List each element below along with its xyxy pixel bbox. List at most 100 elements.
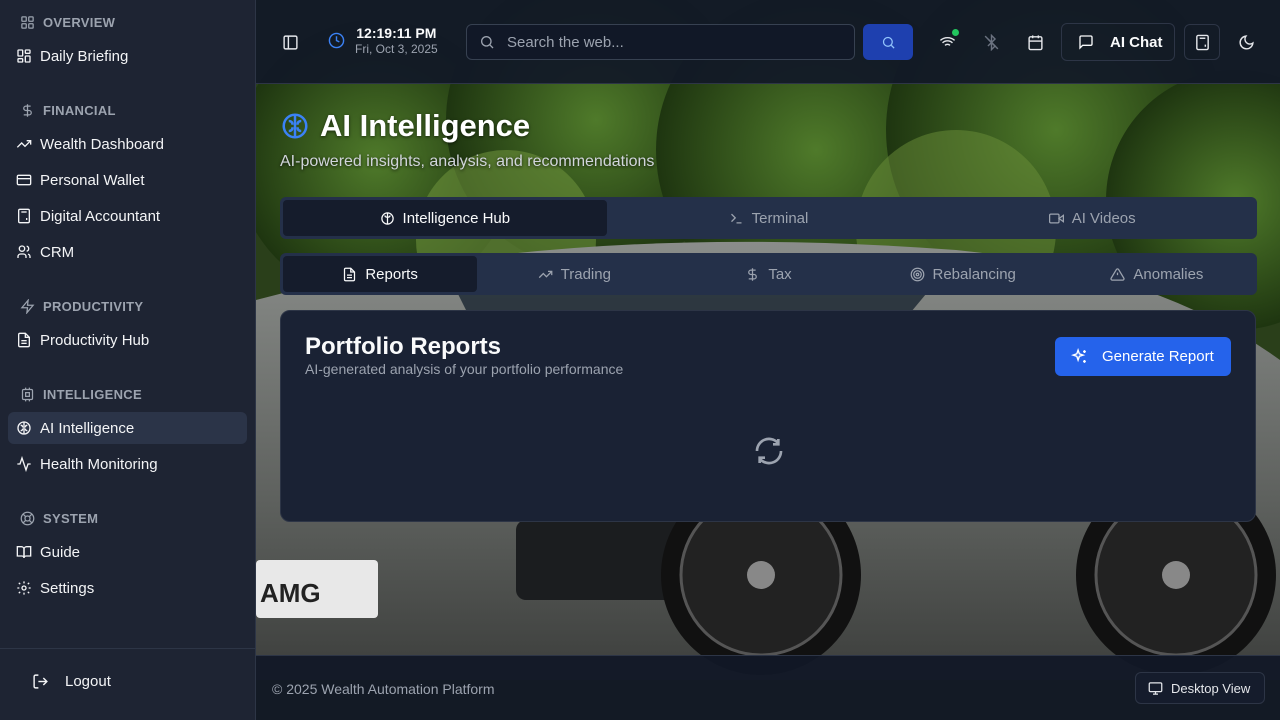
warning-icon bbox=[1110, 267, 1126, 281]
credit-card-icon bbox=[16, 174, 32, 186]
users-icon bbox=[17, 245, 31, 258]
sidebar-item-wealth-dashboard[interactable]: Wealth Dashboard bbox=[8, 128, 247, 160]
tab-label: Anomalies bbox=[1133, 265, 1204, 283]
generate-report-label: Generate Report bbox=[1102, 348, 1214, 365]
online-status-dot bbox=[952, 29, 959, 36]
loading-spinner-icon bbox=[755, 437, 783, 465]
tab-label: Intelligence Hub bbox=[402, 209, 511, 227]
monitor-icon bbox=[1148, 681, 1163, 695]
top-bar: 12:19:11 PM Fri, Oct 3, 2025 AI Chat bbox=[256, 0, 1280, 84]
toggle-sidebar-button[interactable] bbox=[272, 24, 308, 60]
sidebar-item-productivity-hub[interactable]: Productivity Hub bbox=[8, 324, 247, 356]
brain-icon bbox=[282, 113, 308, 139]
document-icon bbox=[344, 267, 356, 281]
section-productivity: PRODUCTIVITY bbox=[20, 299, 143, 314]
calculator-icon bbox=[1195, 34, 1209, 50]
sidebar-item-crm[interactable]: CRM bbox=[8, 236, 247, 268]
clock-date: Fri, Oct 3, 2025 bbox=[355, 42, 438, 56]
page-subtitle: AI-powered insights, analysis, and recom… bbox=[280, 153, 655, 170]
sidebar-item-label: AI Intelligence bbox=[40, 419, 135, 437]
tab-ai-videos[interactable]: AI Videos bbox=[930, 200, 1254, 236]
desktop-view-button[interactable]: Desktop View bbox=[1135, 672, 1265, 704]
search-submit-button[interactable] bbox=[863, 24, 913, 60]
logout-button[interactable]: Logout bbox=[32, 673, 111, 690]
tab-label: Trading bbox=[560, 265, 611, 283]
calendar-icon bbox=[1027, 34, 1043, 50]
sidebar-item-label: Digital Accountant bbox=[40, 207, 161, 225]
tab-label: Tax bbox=[768, 265, 792, 283]
dollar-icon bbox=[23, 104, 32, 117]
sidebar-item-label: Settings bbox=[40, 579, 95, 597]
tab-label: AI Videos bbox=[1071, 209, 1136, 227]
logout-label: Logout bbox=[65, 673, 111, 690]
lightning-icon bbox=[20, 299, 35, 314]
sidebar-item-ai-intelligence[interactable]: AI Intelligence bbox=[8, 412, 247, 444]
sidebar-item-digital-accountant[interactable]: Digital Accountant bbox=[8, 200, 247, 232]
bluetooth-off-icon bbox=[984, 33, 998, 51]
clock-icon bbox=[328, 32, 345, 49]
clock-widget: 12:19:11 PM Fri, Oct 3, 2025 bbox=[328, 25, 438, 56]
sidebar-item-daily-briefing[interactable]: Daily Briefing bbox=[8, 40, 247, 72]
tab-anomalies[interactable]: Anomalies bbox=[1060, 256, 1254, 292]
main-tabs: Intelligence Hub Terminal AI Videos bbox=[280, 197, 1257, 239]
section-intelligence: INTELLIGENCE bbox=[20, 387, 142, 402]
tab-label: Terminal bbox=[751, 209, 809, 227]
sidebar-item-settings[interactable]: Settings bbox=[8, 572, 247, 604]
tab-intelligence-hub[interactable]: Intelligence Hub bbox=[283, 200, 607, 236]
search-input[interactable] bbox=[507, 33, 827, 51]
section-label: INTELLIGENCE bbox=[43, 387, 142, 402]
clock-time: 12:19:11 PM bbox=[356, 25, 437, 41]
search-icon bbox=[882, 36, 895, 49]
tab-tax[interactable]: Tax bbox=[671, 256, 865, 292]
dollar-icon bbox=[748, 267, 758, 281]
tab-terminal[interactable]: Terminal bbox=[607, 200, 931, 236]
search-icon bbox=[481, 36, 494, 49]
card-title: Portfolio Reports bbox=[305, 333, 501, 360]
brain-icon bbox=[380, 211, 394, 225]
document-icon bbox=[18, 332, 30, 348]
theme-toggle-button[interactable] bbox=[1228, 24, 1264, 60]
sidebar-item-label: CRM bbox=[40, 243, 75, 261]
generate-report-button[interactable]: Generate Report bbox=[1055, 337, 1231, 376]
grid-icon bbox=[21, 16, 34, 29]
calendar-button[interactable] bbox=[1017, 24, 1053, 60]
trending-up-icon bbox=[538, 270, 553, 278]
sidebar-item-health-monitoring[interactable]: Health Monitoring bbox=[8, 448, 247, 480]
moon-icon bbox=[1239, 34, 1254, 49]
sidebar-item-label: Personal Wallet bbox=[40, 171, 145, 189]
tab-label: Rebalancing bbox=[932, 265, 1016, 283]
copyright-text: © 2025 Wealth Automation Platform bbox=[272, 681, 495, 697]
desktop-view-label: Desktop View bbox=[1171, 680, 1251, 696]
book-open-icon bbox=[16, 546, 32, 559]
tab-label: Reports bbox=[365, 265, 418, 283]
tab-rebalancing[interactable]: Rebalancing bbox=[866, 256, 1060, 292]
section-overview: OVERVIEW bbox=[20, 15, 115, 30]
sidebar-item-personal-wallet[interactable]: Personal Wallet bbox=[8, 164, 247, 196]
sidebar-item-label: Health Monitoring bbox=[40, 455, 158, 473]
brain-icon bbox=[17, 421, 31, 435]
svg-text:AMG: AMG bbox=[260, 578, 321, 608]
sidebar-item-label: Daily Briefing bbox=[40, 47, 129, 65]
tab-reports[interactable]: Reports bbox=[283, 256, 478, 292]
section-system: SYSTEM bbox=[20, 511, 98, 526]
sidebar-item-guide[interactable]: Guide bbox=[8, 536, 247, 568]
ai-chat-button[interactable]: AI Chat bbox=[1061, 23, 1175, 61]
wifi-status-button[interactable] bbox=[929, 24, 965, 60]
sub-tabs: Reports Trading Tax Rebalancing Anomalie… bbox=[280, 253, 1257, 295]
video-icon bbox=[1048, 213, 1064, 223]
sidebar-toggle-icon bbox=[282, 34, 298, 50]
section-label: SYSTEM bbox=[43, 511, 99, 526]
target-icon bbox=[910, 267, 924, 281]
section-label: FINANCIAL bbox=[43, 103, 116, 118]
card-subtitle: AI-generated analysis of your portfolio … bbox=[305, 361, 624, 377]
section-label: PRODUCTIVITY bbox=[43, 299, 144, 314]
page-title: AI Intelligence bbox=[280, 108, 530, 144]
page-title-text: AI Intelligence bbox=[320, 108, 531, 143]
wifi-icon bbox=[939, 36, 955, 49]
trending-up-icon bbox=[16, 140, 32, 148]
tab-trading[interactable]: Trading bbox=[477, 256, 671, 292]
bluetooth-off-button[interactable] bbox=[973, 24, 1009, 60]
portfolio-reports-card: Portfolio Reports AI-generated analysis … bbox=[280, 310, 1256, 522]
calculator-button[interactable] bbox=[1184, 24, 1220, 60]
sidebar-item-label: Wealth Dashboard bbox=[40, 135, 164, 153]
